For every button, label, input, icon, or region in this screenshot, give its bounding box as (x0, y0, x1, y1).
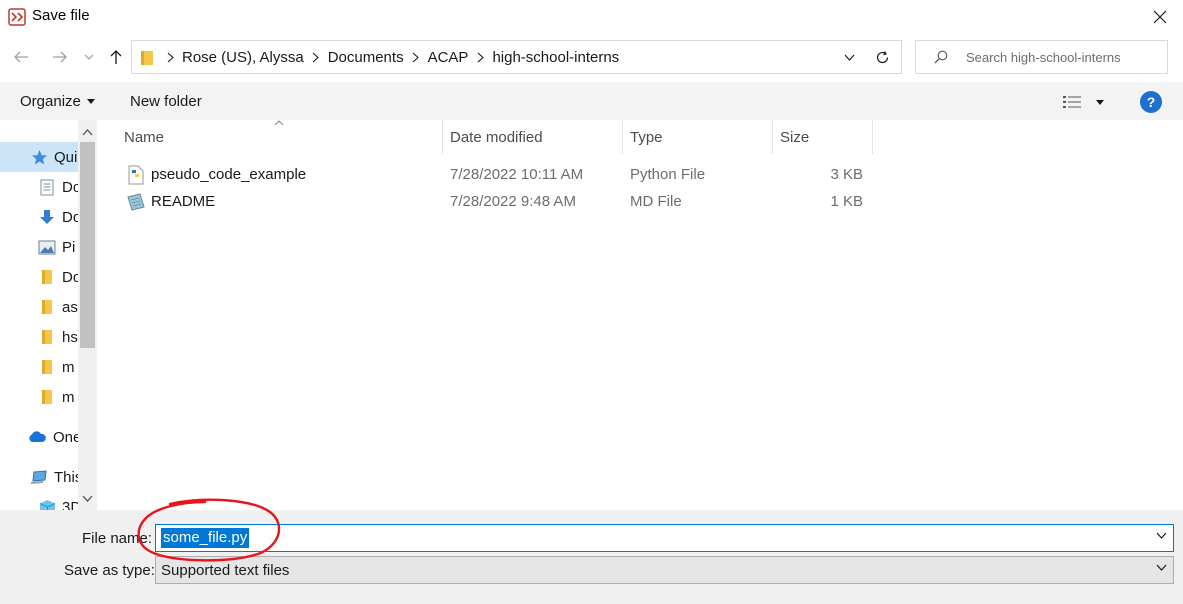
back-button[interactable] (10, 46, 32, 68)
file-name-value: some_file.py (161, 528, 250, 548)
sidebar-item-folder-as[interactable]: as (0, 292, 78, 322)
sidebar-item-pictures[interactable]: Pi (0, 232, 78, 262)
sidebar-item-downloads[interactable]: Do (0, 202, 78, 232)
file-name-input[interactable]: some_file.py (155, 524, 1174, 552)
file-date-modified: 7/28/2022 9:48 AM (450, 193, 576, 210)
column-header-size[interactable]: Size (772, 120, 873, 154)
view-options-button[interactable] (1062, 92, 1108, 112)
search-icon (934, 50, 948, 64)
up-button[interactable] (105, 46, 127, 68)
search-box[interactable]: Search high-school-interns (915, 40, 1168, 74)
sidebar-item-this-pc[interactable]: This (0, 462, 78, 492)
breadcrumb-user[interactable]: Rose (US), Alyssa (180, 49, 306, 66)
caret-down-icon (86, 99, 95, 104)
chevron-right-icon (470, 52, 490, 63)
file-type: MD File (630, 193, 682, 210)
md-file-icon (127, 193, 145, 211)
navigation-bar: Rose (US), Alyssa Documents ACAP high-sc… (0, 38, 1183, 78)
title-bar: Save file (0, 0, 1183, 34)
sidebar-item-documents[interactable]: Do (0, 172, 78, 202)
file-row[interactable]: pseudo_code_example 7/28/2022 10:11 AM P… (120, 162, 880, 188)
caret-down-icon (1096, 99, 1104, 105)
scroll-up-button[interactable] (78, 124, 97, 140)
file-size: 1 KB (830, 193, 863, 210)
chevron-right-icon (406, 52, 426, 63)
back-arrow-icon (14, 51, 28, 63)
folder-icon (38, 328, 56, 346)
file-name: README (151, 193, 216, 210)
folder-icon (141, 51, 153, 65)
file-row[interactable]: README 7/28/2022 9:48 AM MD File 1 KB (120, 189, 880, 215)
close-icon (1153, 10, 1167, 24)
chevron-down-icon (84, 54, 94, 60)
refresh-icon (876, 50, 889, 63)
breadcrumb-acap[interactable]: ACAP (426, 49, 471, 66)
help-button[interactable]: ? (1140, 91, 1162, 113)
scrollbar-thumb[interactable] (80, 142, 95, 348)
save-as-type-value: Supported text files (161, 562, 290, 579)
recent-locations-button[interactable] (81, 46, 97, 68)
help-label: ? (1146, 94, 1156, 110)
sidebar-item-quick-access[interactable]: Qui (0, 142, 78, 172)
breadcrumb-high-school-interns[interactable]: high-school-interns (490, 49, 621, 66)
command-bar: Organize New folder ? (0, 82, 1183, 120)
forward-arrow-icon (53, 51, 67, 63)
address-dropdown-button[interactable] (834, 41, 864, 73)
folder-icon (38, 358, 56, 376)
chevron-down-icon (844, 54, 854, 61)
folder-icon (38, 388, 56, 406)
sidebar-item-3d-objects[interactable]: 3D (0, 492, 78, 510)
save-panel: File name: some_file.py Save as type: Su… (0, 510, 1183, 604)
sidebar-item-folder-hs[interactable]: hs (0, 322, 78, 352)
star-icon (30, 148, 48, 166)
address-bar[interactable]: Rose (US), Alyssa Documents ACAP high-sc… (131, 40, 865, 74)
file-size: 3 KB (830, 166, 863, 183)
chevron-down-icon (82, 495, 93, 502)
sidebar-scrollbar[interactable] (78, 120, 97, 510)
navigation-pane: Qui Do Do Pi Do as hs m m One This (0, 120, 100, 510)
chevron-down-icon (1156, 564, 1167, 571)
scroll-down-button[interactable] (78, 490, 97, 506)
sidebar-item-folder-m2[interactable]: m (0, 382, 78, 412)
sidebar-item-folder-do[interactable]: Do (0, 262, 78, 292)
column-header-type[interactable]: Type (622, 120, 773, 154)
chevron-up-icon (82, 128, 93, 135)
3d-objects-icon (38, 498, 56, 510)
column-header-date-modified[interactable]: Date modified (442, 120, 623, 154)
chevron-right-icon (160, 52, 180, 63)
documents-icon (38, 178, 56, 196)
save-as-type-select[interactable]: Supported text files (155, 556, 1174, 584)
close-button[interactable] (1142, 2, 1178, 32)
folder-icon (38, 298, 56, 316)
this-pc-icon (30, 468, 48, 486)
sidebar-item-onedrive[interactable]: One (0, 422, 78, 452)
app-icon (8, 8, 26, 26)
breadcrumb: Rose (US), Alyssa Documents ACAP high-sc… (160, 41, 621, 73)
search-input[interactable]: Search high-school-interns (966, 50, 1121, 65)
chevron-down-icon[interactable] (1156, 532, 1167, 539)
window-title: Save file (32, 7, 90, 24)
onedrive-icon (27, 428, 47, 446)
refresh-button[interactable] (864, 40, 902, 74)
up-arrow-icon (110, 50, 122, 64)
file-name-label: File name: (82, 530, 153, 547)
file-date-modified: 7/28/2022 10:11 AM (450, 166, 584, 183)
chevron-right-icon (306, 52, 326, 63)
folder-icon (38, 268, 56, 286)
organize-label: Organize (20, 93, 81, 110)
download-icon (38, 208, 56, 226)
organize-button[interactable]: Organize (20, 93, 95, 110)
sidebar-item-folder-m1[interactable]: m (0, 352, 78, 382)
new-folder-button[interactable]: New folder (130, 93, 202, 110)
details-view-icon (1063, 96, 1081, 108)
pictures-icon (38, 238, 56, 256)
breadcrumb-documents[interactable]: Documents (326, 49, 406, 66)
file-list: Name Date modified Type Size pseudo_code… (100, 120, 1183, 510)
file-type: Python File (630, 166, 706, 183)
sort-ascending-icon (274, 120, 284, 126)
file-name: pseudo_code_example (151, 166, 307, 183)
forward-button[interactable] (49, 46, 71, 68)
save-as-type-label: Save as type: (64, 562, 155, 579)
python-file-icon (128, 165, 144, 185)
